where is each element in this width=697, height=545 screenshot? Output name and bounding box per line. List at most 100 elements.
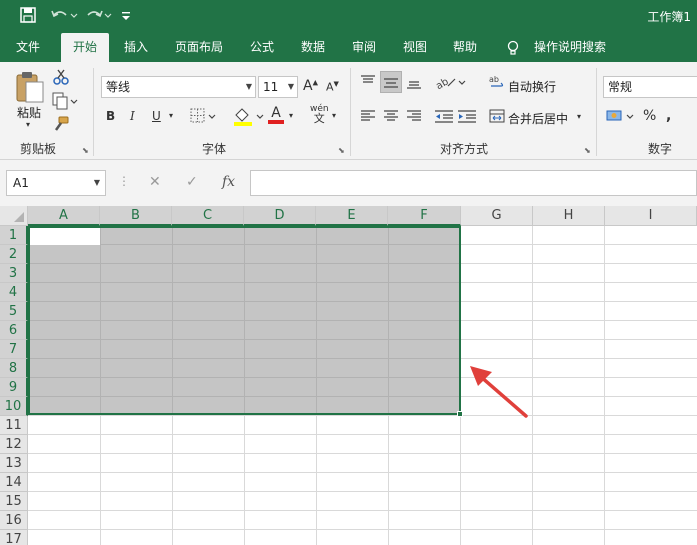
undo-icon[interactable] <box>50 7 78 27</box>
increase-indent-icon[interactable] <box>457 108 477 127</box>
align-center-icon[interactable] <box>383 108 399 127</box>
enter-icon[interactable]: ✓ <box>186 174 198 190</box>
group-divider <box>596 68 597 156</box>
save-icon[interactable] <box>20 7 36 27</box>
row-header-13[interactable]: 13 <box>0 454 28 473</box>
row-header-4[interactable]: 4 <box>0 283 28 302</box>
number-format-select[interactable]: 常规 <box>603 76 697 98</box>
group-divider <box>93 68 94 156</box>
formula-input[interactable] <box>250 170 697 196</box>
align-right-icon[interactable] <box>406 108 422 127</box>
copy-icon[interactable] <box>52 92 78 113</box>
group-divider <box>350 68 351 156</box>
top-align-icon[interactable] <box>360 74 376 93</box>
cancel-icon[interactable]: ✕ <box>149 174 161 190</box>
fill-color-icon[interactable] <box>232 106 266 129</box>
column-header-g[interactable]: G <box>461 206 533 226</box>
insert-function-button[interactable]: fx <box>222 174 235 190</box>
more-options-icon: ⋮ <box>118 174 130 188</box>
borders-icon[interactable] <box>190 108 218 127</box>
row-header-9[interactable]: 9 <box>0 378 28 397</box>
row-header-17[interactable]: 17 <box>0 530 28 545</box>
row-header-6[interactable]: 6 <box>0 321 28 340</box>
underline-dropdown-icon[interactable]: ▾ <box>169 111 173 120</box>
phonetic-guide-icon[interactable]: wén 文 <box>310 104 329 124</box>
phonetic-dropdown-icon[interactable]: ▾ <box>332 111 336 120</box>
column-header-c[interactable]: C <box>172 206 244 226</box>
tab-file[interactable]: 文件 <box>6 33 50 62</box>
customize-toolbar-icon[interactable] <box>121 7 131 27</box>
font-color-icon[interactable]: A <box>268 106 284 124</box>
selected-range[interactable] <box>28 226 461 415</box>
tab-data[interactable]: 数据 <box>292 33 334 62</box>
orientation-icon[interactable]: ab <box>434 74 466 93</box>
cut-icon[interactable] <box>52 68 70 89</box>
row-header-11[interactable]: 11 <box>0 416 28 435</box>
column-header-h[interactable]: H <box>533 206 605 226</box>
row-header-3[interactable]: 3 <box>0 264 28 283</box>
clipboard-group-label: 剪贴板 <box>20 142 57 156</box>
increase-font-size-icon[interactable]: A▲ <box>303 78 318 94</box>
font-name-select[interactable]: 等线 ▼ <box>101 76 256 98</box>
middle-align-icon[interactable] <box>380 71 402 93</box>
title-bar: 工作簿1 <box>0 0 697 33</box>
fill-handle[interactable] <box>457 411 463 417</box>
align-left-icon[interactable] <box>360 108 376 127</box>
decrease-font-size-icon[interactable]: A▼ <box>326 80 339 94</box>
comma-style-icon[interactable]: , <box>666 108 671 124</box>
tab-review[interactable]: 审阅 <box>343 33 385 62</box>
merge-dropdown-icon[interactable]: ▾ <box>577 112 581 121</box>
font-size-select[interactable]: 11 ▼ <box>258 76 298 98</box>
row-header-14[interactable]: 14 <box>0 473 28 492</box>
column-header-i[interactable]: I <box>605 206 697 226</box>
name-box-value: A1 <box>13 176 29 190</box>
tab-formulas[interactable]: 公式 <box>241 33 283 62</box>
chevron-down-icon: ▼ <box>287 82 294 91</box>
alignment-launcher-icon[interactable]: ⬊ <box>584 146 591 155</box>
bold-button[interactable]: B <box>106 109 115 123</box>
tab-help[interactable]: 帮助 <box>444 33 486 62</box>
italic-button[interactable]: I <box>130 109 135 123</box>
tab-view[interactable]: 视图 <box>394 33 436 62</box>
row-header-7[interactable]: 7 <box>0 340 28 359</box>
decrease-indent-icon[interactable] <box>434 108 454 127</box>
bottom-align-icon[interactable] <box>406 74 422 93</box>
row-header-5[interactable]: 5 <box>0 302 28 321</box>
clipboard-launcher-icon[interactable]: ⬊ <box>82 146 89 155</box>
row-header-10[interactable]: 10 <box>0 397 28 416</box>
font-color-dropdown-icon[interactable]: ▾ <box>289 111 293 120</box>
tab-insert[interactable]: 插入 <box>115 33 157 62</box>
column-header-d[interactable]: D <box>244 206 316 226</box>
spreadsheet-grid[interactable]: A B C D E F G H I 1 2 3 4 5 6 7 8 9 10 1… <box>0 206 697 545</box>
column-header-a[interactable]: A <box>28 206 100 226</box>
formula-bar: A1 ▼ ⋮ ✕ ✓ fx <box>0 160 697 206</box>
row-header-15[interactable]: 15 <box>0 492 28 511</box>
row-header-12[interactable]: 12 <box>0 435 28 454</box>
redo-icon[interactable] <box>84 7 112 27</box>
font-launcher-icon[interactable]: ⬊ <box>338 146 345 155</box>
row-header-16[interactable]: 16 <box>0 511 28 530</box>
active-cell[interactable] <box>30 228 100 245</box>
format-painter-icon[interactable] <box>52 116 70 137</box>
tab-home[interactable]: 开始 <box>61 33 109 62</box>
select-all-corner[interactable] <box>0 206 28 226</box>
percent-style-button[interactable]: % <box>643 108 656 124</box>
paste-icon[interactable] <box>14 70 46 107</box>
paste-label[interactable]: 粘贴 <box>17 104 41 121</box>
column-header-f[interactable]: F <box>388 206 461 226</box>
row-header-8[interactable]: 8 <box>0 359 28 378</box>
column-header-e[interactable]: E <box>316 206 388 226</box>
merge-center-icon[interactable] <box>489 108 505 127</box>
name-box[interactable]: A1 ▼ <box>6 170 106 196</box>
row-header-2[interactable]: 2 <box>0 245 28 264</box>
tab-page-layout[interactable]: 页面布局 <box>166 33 232 62</box>
paste-dropdown-icon[interactable]: ▾ <box>26 120 30 129</box>
merge-center-button[interactable]: 合并后居中 <box>508 110 568 127</box>
underline-button[interactable]: U <box>152 109 161 123</box>
row-header-1[interactable]: 1 <box>0 226 28 245</box>
wrap-text-icon[interactable]: ab <box>489 74 505 93</box>
wrap-text-button[interactable]: 自动换行 <box>508 78 556 95</box>
accounting-format-icon[interactable] <box>606 108 636 127</box>
tell-me-search[interactable]: 操作说明搜索 <box>528 33 612 62</box>
column-header-b[interactable]: B <box>100 206 172 226</box>
